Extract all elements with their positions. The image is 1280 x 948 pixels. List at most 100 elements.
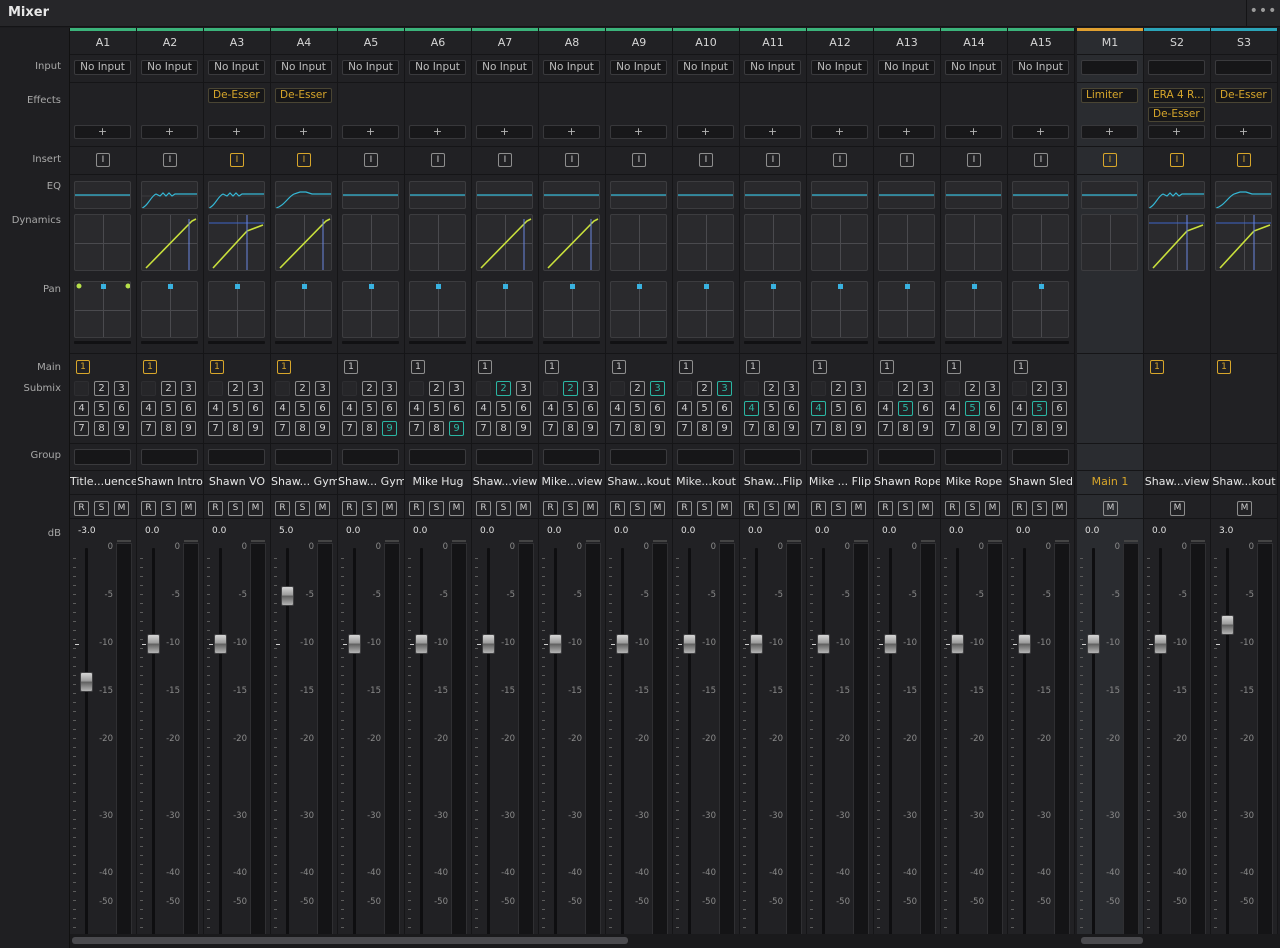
submix-button-6[interactable]: 6 [181, 401, 196, 416]
submix-button-3[interactable]: 3 [650, 381, 665, 396]
mute-button[interactable]: M [650, 501, 665, 516]
main-bus-button[interactable]: 1 [1014, 360, 1028, 374]
submix-button-4[interactable]: 4 [1012, 401, 1027, 416]
submix-button-3[interactable]: 3 [918, 381, 933, 396]
main-bus-button[interactable]: 1 [210, 360, 224, 374]
mute-button[interactable]: M [315, 501, 330, 516]
submix-button-9[interactable]: 9 [583, 421, 598, 436]
submix-button-7[interactable]: 7 [1012, 421, 1027, 436]
submix-button-6[interactable]: 6 [114, 401, 129, 416]
submix-button-4[interactable]: 4 [677, 401, 692, 416]
submix-button-1[interactable] [945, 381, 960, 396]
main-bus-button[interactable]: 1 [344, 360, 358, 374]
record-button[interactable]: R [409, 501, 424, 516]
mute-button[interactable]: M [114, 501, 129, 516]
mute-button[interactable]: M [717, 501, 732, 516]
record-button[interactable]: R [610, 501, 625, 516]
record-button[interactable]: R [945, 501, 960, 516]
submix-button-3[interactable]: 3 [583, 381, 598, 396]
main-bus-button[interactable]: 1 [1150, 360, 1164, 374]
submix-button-6[interactable]: 6 [851, 401, 866, 416]
submix-button-7[interactable]: 7 [476, 421, 491, 436]
submix-button-3[interactable]: 3 [784, 381, 799, 396]
submix-button-3[interactable]: 3 [717, 381, 732, 396]
record-button[interactable]: R [744, 501, 759, 516]
submix-button-3[interactable]: 3 [181, 381, 196, 396]
record-button[interactable]: R [543, 501, 558, 516]
submix-button-6[interactable]: 6 [583, 401, 598, 416]
main-bus-button[interactable]: 1 [411, 360, 425, 374]
submix-button-6[interactable]: 6 [516, 401, 531, 416]
record-button[interactable]: R [677, 501, 692, 516]
submix-button-9[interactable]: 9 [248, 421, 263, 436]
main-bus-button[interactable]: 1 [947, 360, 961, 374]
submix-button-4[interactable]: 4 [342, 401, 357, 416]
submix-button-3[interactable]: 3 [114, 381, 129, 396]
submix-button-7[interactable]: 7 [878, 421, 893, 436]
submix-button-6[interactable]: 6 [382, 401, 397, 416]
submix-button-9[interactable]: 9 [516, 421, 531, 436]
horizontal-scrollbar[interactable] [72, 937, 628, 944]
mute-button[interactable]: M [985, 501, 1000, 516]
submix-button-3[interactable]: 3 [248, 381, 263, 396]
submix-button-7[interactable]: 7 [945, 421, 960, 436]
submix-button-7[interactable]: 7 [409, 421, 424, 436]
submix-button-1[interactable] [811, 381, 826, 396]
main-bus-button[interactable]: 1 [746, 360, 760, 374]
fader-knob[interactable] [482, 634, 495, 654]
submix-button-9[interactable]: 9 [717, 421, 732, 436]
submix-button-7[interactable]: 7 [677, 421, 692, 436]
submix-button-1[interactable] [744, 381, 759, 396]
submix-button-4[interactable]: 4 [476, 401, 491, 416]
submix-button-1[interactable] [74, 381, 89, 396]
record-button[interactable]: R [878, 501, 893, 516]
mute-button[interactable]: M [382, 501, 397, 516]
submix-button-1[interactable] [610, 381, 625, 396]
main-bus-button[interactable]: 1 [679, 360, 693, 374]
record-button[interactable]: R [1012, 501, 1027, 516]
submix-button-3[interactable]: 3 [315, 381, 330, 396]
submix-button-9[interactable]: 9 [382, 421, 397, 436]
main-bus-button[interactable]: 1 [813, 360, 827, 374]
main-bus-button[interactable]: 1 [880, 360, 894, 374]
submix-button-9[interactable]: 9 [784, 421, 799, 436]
record-button[interactable]: R [141, 501, 156, 516]
submix-button-3[interactable]: 3 [516, 381, 531, 396]
submix-button-7[interactable]: 7 [74, 421, 89, 436]
submix-button-6[interactable]: 6 [449, 401, 464, 416]
submix-button-7[interactable]: 7 [208, 421, 223, 436]
submix-button-3[interactable]: 3 [851, 381, 866, 396]
submix-button-9[interactable]: 9 [918, 421, 933, 436]
submix-button-4[interactable]: 4 [945, 401, 960, 416]
fader-knob[interactable] [549, 634, 562, 654]
submix-button-7[interactable]: 7 [342, 421, 357, 436]
submix-button-4[interactable]: 4 [409, 401, 424, 416]
submix-button-7[interactable]: 7 [744, 421, 759, 436]
submix-button-6[interactable]: 6 [315, 401, 330, 416]
submix-button-3[interactable]: 3 [1052, 381, 1067, 396]
submix-button-7[interactable]: 7 [141, 421, 156, 436]
submix-button-4[interactable]: 4 [543, 401, 558, 416]
fader-knob[interactable] [1018, 634, 1031, 654]
fader-knob[interactable] [750, 634, 763, 654]
fader-knob[interactable] [348, 634, 361, 654]
submix-button-1[interactable] [275, 381, 290, 396]
submix-button-6[interactable]: 6 [784, 401, 799, 416]
submix-button-6[interactable]: 6 [1052, 401, 1067, 416]
mute-button[interactable]: M [784, 501, 799, 516]
submix-button-9[interactable]: 9 [181, 421, 196, 436]
record-button[interactable]: R [342, 501, 357, 516]
main-bus-button[interactable]: 1 [612, 360, 626, 374]
fader-knob[interactable] [817, 634, 830, 654]
mute-button[interactable]: M [449, 501, 464, 516]
submix-button-4[interactable]: 4 [141, 401, 156, 416]
submix-button-9[interactable]: 9 [985, 421, 1000, 436]
submix-button-4[interactable]: 4 [811, 401, 826, 416]
mute-button[interactable]: M [583, 501, 598, 516]
submix-button-9[interactable]: 9 [449, 421, 464, 436]
main-bus-button[interactable]: 1 [478, 360, 492, 374]
main-bus-button[interactable]: 1 [545, 360, 559, 374]
submix-button-4[interactable]: 4 [74, 401, 89, 416]
fader-knob[interactable] [1154, 634, 1167, 654]
submix-button-6[interactable]: 6 [717, 401, 732, 416]
